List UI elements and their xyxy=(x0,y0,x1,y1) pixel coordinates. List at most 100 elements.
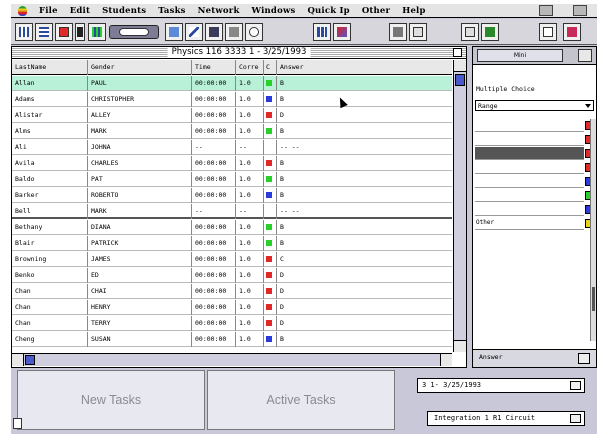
program-select[interactable]: Integration 1 R1 Circuit xyxy=(427,411,585,426)
column-header-correct[interactable]: Corre xyxy=(236,60,264,75)
vertical-scrollbar[interactable] xyxy=(453,60,466,352)
table-row[interactable]: Baldo PAT 00:00:00 1.0 B xyxy=(12,172,452,187)
camera-button[interactable] xyxy=(225,23,243,41)
answer-choice-row[interactable] xyxy=(475,147,593,160)
column-header-color[interactable]: C xyxy=(264,60,277,75)
session-select[interactable]: 3 1- 3/25/1993 xyxy=(417,378,585,393)
cell-lastname: Chan xyxy=(12,316,88,331)
table-row[interactable]: Browning JAMES 00:00:00 1.0 C xyxy=(12,252,452,267)
cell-answer: D xyxy=(280,111,284,119)
table-row[interactable]: Alistar ALLEY 00:00:00 1.0 D xyxy=(12,108,452,123)
cell-answer: B xyxy=(280,159,284,167)
student-button[interactable] xyxy=(165,23,183,41)
filter-button[interactable] xyxy=(205,23,223,41)
table-button[interactable] xyxy=(88,23,106,41)
panel-options-button[interactable] xyxy=(578,49,592,62)
apple-menu[interactable] xyxy=(11,4,33,18)
window-button-1[interactable] xyxy=(409,23,427,41)
table-row[interactable]: Chan HENRY 00:00:00 1.0 D xyxy=(12,300,452,315)
answer-choice-row[interactable] xyxy=(475,161,593,174)
cell-time: 00:00:00 xyxy=(192,316,236,331)
layout-button-1[interactable] xyxy=(539,23,557,41)
table-row[interactable]: Cheng SUSAN 00:00:00 1.0 B xyxy=(12,332,452,347)
tools-button[interactable] xyxy=(333,23,351,41)
table-view-button[interactable] xyxy=(35,23,53,41)
menu-windows[interactable]: Windows xyxy=(246,6,302,16)
column-header-time[interactable]: Time xyxy=(192,60,236,75)
application-menu-icon[interactable] xyxy=(573,5,587,16)
mini-tab[interactable]: Mini xyxy=(477,49,563,62)
answer-bar: Answer xyxy=(473,349,596,367)
new-tasks-pane[interactable]: New Tasks xyxy=(17,370,205,430)
answer-menu-button[interactable] xyxy=(578,353,590,364)
response-color-swatch xyxy=(266,320,272,326)
answer-choice-row[interactable]: Other xyxy=(475,217,593,230)
menu-students[interactable]: Students xyxy=(96,6,152,16)
menu-network[interactable]: Network xyxy=(192,6,246,16)
table-row[interactable]: Chan CHAI 00:00:00 1.0 D xyxy=(12,284,452,299)
table-row[interactable]: Blair PATRICK 00:00:00 1.0 B xyxy=(12,236,452,251)
column-header-gender[interactable]: Gender xyxy=(88,60,192,75)
grid-view-button[interactable] xyxy=(15,23,33,41)
active-tasks-pane[interactable]: Active Tasks xyxy=(207,370,395,430)
table-row[interactable]: Bell MARK -- -- -- -- xyxy=(12,204,452,219)
table-row[interactable]: Avila CHARLES 00:00:00 1.0 B xyxy=(12,156,452,171)
scroll-left-arrow[interactable] xyxy=(12,354,24,366)
zoom-box[interactable] xyxy=(453,48,462,57)
window-titlebar[interactable]: Physics 116 3333 1 - 3/25/1993 xyxy=(12,47,466,59)
cell-gender: DIANA xyxy=(88,220,192,235)
list-view-button[interactable] xyxy=(55,23,73,41)
session-dropdown-button[interactable] xyxy=(570,381,581,390)
answer-choice-row[interactable] xyxy=(475,133,593,146)
table-row[interactable]: Benko ED 00:00:00 1.0 D xyxy=(12,268,452,283)
menu-edit[interactable]: Edit xyxy=(64,6,96,16)
document-icon[interactable] xyxy=(13,418,22,429)
cell-lastname: Ali xyxy=(12,140,88,155)
scroll-down-arrow[interactable] xyxy=(454,340,466,352)
menu-help[interactable]: Help xyxy=(396,6,431,16)
table-row[interactable]: Chan TERRY 00:00:00 1.0 D xyxy=(12,316,452,331)
menu-file[interactable]: File xyxy=(33,6,64,16)
table-row[interactable]: Alms MARK 00:00:00 1.0 B xyxy=(12,124,452,139)
program-dropdown-button[interactable] xyxy=(570,414,581,423)
cell-gender: PAT xyxy=(88,172,192,187)
cell-time: 00:00:00 xyxy=(192,300,236,315)
insert-button[interactable] xyxy=(109,25,159,39)
check-button[interactable] xyxy=(185,23,203,41)
menu-other[interactable]: Other xyxy=(356,6,396,16)
cell-gender: ROBERTO xyxy=(88,188,192,203)
menu-tasks[interactable]: Tasks xyxy=(152,6,191,16)
choices-scrollbar[interactable] xyxy=(590,119,596,341)
horizontal-scroll-thumb[interactable] xyxy=(25,355,35,365)
scroll-thumb[interactable] xyxy=(455,74,465,86)
layout-button-2[interactable] xyxy=(563,23,581,41)
scroll-right-arrow[interactable] xyxy=(440,354,452,366)
network-button[interactable] xyxy=(481,23,499,41)
column-header-lastname[interactable]: LastName xyxy=(12,60,88,75)
answer-choice-row[interactable] xyxy=(475,175,593,188)
choices-scroll-thumb[interactable] xyxy=(592,287,595,311)
answer-choice-row[interactable] xyxy=(475,203,593,216)
table-row[interactable]: Allan PAUL 00:00:00 1.0 B xyxy=(12,76,452,91)
cell-gender: CHAI xyxy=(88,284,192,299)
clock-button[interactable] xyxy=(245,23,263,41)
cell-time: 00:00:00 xyxy=(192,76,236,91)
table-row[interactable]: Ali JOHNA -- -- -- -- xyxy=(12,140,452,155)
cell-color xyxy=(264,300,277,315)
answer-choice-row[interactable] xyxy=(475,119,593,132)
window-button-2[interactable] xyxy=(461,23,479,41)
table-row[interactable]: Adams CHRISTOPHER 00:00:00 1.0 B xyxy=(12,92,452,107)
horizontal-scrollbar[interactable] xyxy=(12,353,452,366)
range-select[interactable]: Range xyxy=(475,100,594,111)
response-color-swatch xyxy=(266,96,272,102)
menu-quick-ip[interactable]: Quick Ip xyxy=(301,6,355,16)
balloon-help-icon[interactable] xyxy=(539,5,553,16)
calculator-button[interactable] xyxy=(389,23,407,41)
sort-button[interactable] xyxy=(75,23,85,41)
column-header-answer[interactable]: Answer xyxy=(277,60,452,75)
table-row[interactable]: Bethany DIANA 00:00:00 1.0 B xyxy=(12,220,452,235)
table-row[interactable]: Barker ROBERTO 00:00:00 1.0 B xyxy=(12,188,452,203)
scroll-up-arrow[interactable] xyxy=(454,60,466,72)
chart-button[interactable] xyxy=(313,23,331,41)
answer-choice-row[interactable] xyxy=(475,189,593,202)
